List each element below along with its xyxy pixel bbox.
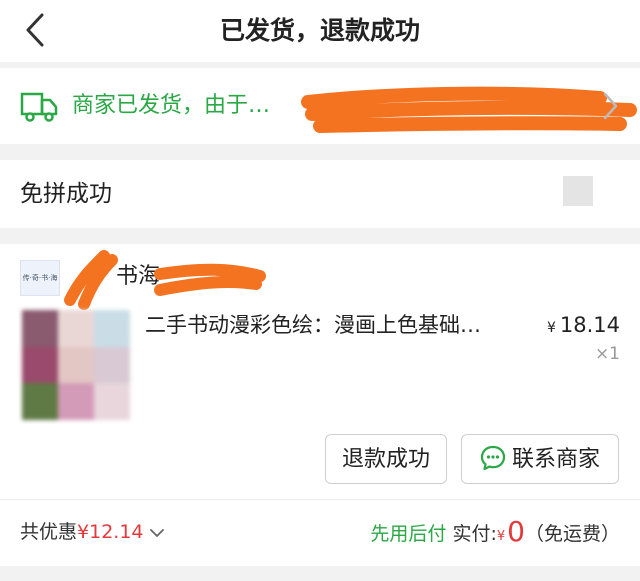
discount-summary[interactable]: 共优惠¥12.14	[20, 500, 164, 564]
contact-merchant-label: 联系商家	[511, 447, 600, 472]
thumbnail-tile	[58, 383, 94, 420]
top-nav-bar: 已发货，退款成功	[0, 0, 640, 62]
thumbnail-tile	[58, 310, 94, 347]
pay-later-label: 先用后付	[370, 523, 447, 545]
contact-merchant-button[interactable]: 联系商家	[461, 434, 619, 484]
chat-icon	[480, 445, 506, 471]
group-status-label: 免拼成功	[20, 181, 112, 207]
redaction-scribble	[301, 86, 637, 133]
redaction-scribble	[64, 250, 266, 310]
thumbnail-tile	[22, 346, 58, 384]
payment-summary: 先用后付 实付:¥0（免运费）	[370, 500, 620, 564]
thumbnail-tile	[94, 346, 130, 384]
paid-currency: ¥	[496, 529, 506, 544]
discount-label: 共优惠	[20, 521, 78, 543]
discount-amount: ¥12.14	[77, 521, 144, 543]
paid-label: 实付:	[452, 523, 497, 545]
order-card: 传·奇·书·海 书海_ 二手书动漫彩色绘：漫画上色基础… ¥18.14 ×1 退…	[0, 244, 640, 566]
currency-symbol: ¥	[546, 320, 556, 336]
product-thumbnail[interactable]	[22, 310, 130, 420]
placeholder-square	[563, 176, 593, 206]
page-title: 已发货，退款成功	[219, 16, 420, 45]
truck-icon	[20, 92, 58, 122]
thumbnail-tile	[94, 383, 130, 420]
product-price: ¥18.14	[547, 308, 620, 342]
product-name[interactable]: 二手书动漫彩色绘：漫画上色基础…	[145, 308, 481, 342]
shipping-status-row[interactable]: 商家已发货，由于…	[0, 68, 640, 144]
thumbnail-tile	[58, 346, 94, 384]
shipping-status-text: 商家已发货，由于…	[72, 93, 271, 118]
group-buy-row: 免拼成功	[0, 160, 640, 228]
thumbnail-tile	[22, 383, 58, 420]
shipping-note: （免运费）	[524, 523, 620, 545]
paid-amount: 0	[507, 515, 525, 548]
product-quantity: ×1	[594, 344, 620, 364]
thumbnail-tile	[22, 310, 58, 347]
price-value: 18.14	[559, 313, 620, 337]
thumbnail-tile	[94, 310, 130, 347]
chevron-down-icon[interactable]	[149, 528, 164, 538]
shop-logo[interactable]: 传·奇·书·海	[20, 260, 60, 296]
refund-success-button[interactable]: 退款成功	[325, 434, 447, 484]
chevron-right-icon[interactable]	[600, 90, 620, 122]
